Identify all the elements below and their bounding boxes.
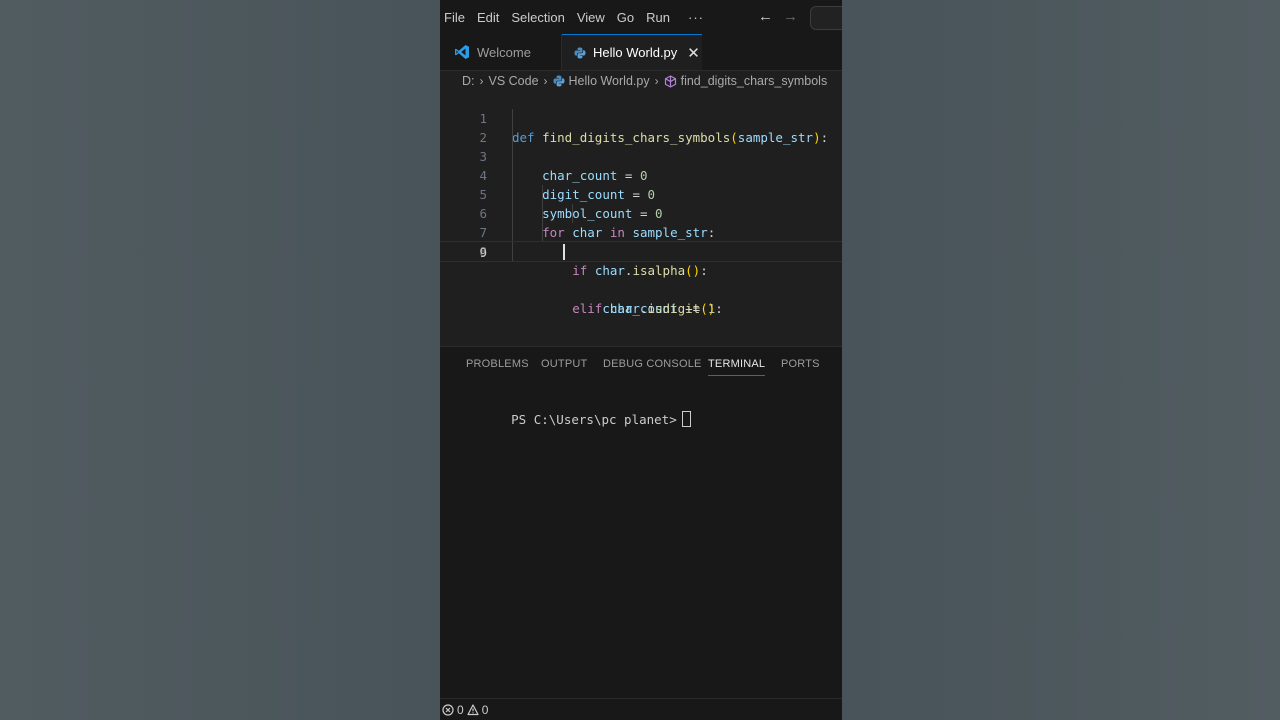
- breadcrumb-folder[interactable]: VS Code: [489, 74, 539, 88]
- indent-guide: [572, 204, 573, 223]
- menu-edit[interactable]: Edit: [475, 10, 499, 25]
- breadcrumb-file[interactable]: Hello World.py: [569, 74, 650, 88]
- text-cursor: [563, 244, 565, 260]
- indent-guide: [542, 204, 543, 223]
- forward-arrow-icon[interactable]: →: [783, 8, 798, 25]
- tab-debug-console[interactable]: DEBUG CONSOLE: [603, 358, 702, 370]
- breadcrumb: D: › VS Code › Hello World.py › find_dig…: [462, 72, 827, 90]
- menu-view[interactable]: View: [575, 10, 605, 25]
- chevron-right-icon: ›: [543, 74, 548, 88]
- indent-guide: [542, 223, 543, 242]
- command-center[interactable]: [810, 6, 842, 30]
- method-symbol-icon: [664, 74, 677, 88]
- code-line-6[interactable]: 6 if char.isalpha():: [440, 185, 842, 278]
- code-line-4[interactable]: 4 symbol_count = 0: [440, 147, 842, 221]
- indent-guide: [512, 128, 513, 147]
- code-line-8[interactable]: 8 elif char.isdigit():: [440, 223, 842, 316]
- tab-terminal[interactable]: TERMINAL: [708, 358, 766, 376]
- code-line-9[interactable]: 9: [440, 241, 842, 262]
- indent-guide: [512, 223, 513, 242]
- bottom-panel: PROBLEMS OUTPUT DEBUG CONSOLE TERMINAL P…: [440, 346, 842, 699]
- warning-icon: [467, 704, 479, 716]
- warning-count: 0: [481, 703, 489, 717]
- menu-run[interactable]: Run: [644, 10, 670, 25]
- line-number: 9: [479, 245, 487, 260]
- python-icon: [574, 47, 586, 59]
- indent-guide: [512, 242, 513, 261]
- tab-welcome[interactable]: Welcome: [440, 34, 562, 70]
- menu-more-button[interactable]: ···: [686, 10, 704, 25]
- menu-selection[interactable]: Selection: [509, 10, 564, 25]
- code-editor[interactable]: 1 def find_digits_chars_symbols(sample_s…: [440, 90, 842, 346]
- chevron-right-icon: ›: [479, 74, 484, 88]
- error-count: 0: [457, 703, 464, 717]
- indent-guide: [512, 204, 513, 223]
- tab-hello-world[interactable]: Hello World.py ✕: [562, 34, 702, 70]
- error-icon: [442, 704, 454, 716]
- background-left: [0, 0, 440, 720]
- indent-guide: [512, 166, 513, 185]
- menu-file[interactable]: File: [442, 10, 465, 25]
- tab-problems[interactable]: PROBLEMS: [466, 358, 529, 370]
- breadcrumb-drive[interactable]: D:: [462, 74, 475, 88]
- indent-guide: [542, 185, 543, 204]
- code-text: if char.isalpha():: [572, 263, 708, 278]
- code-line-3[interactable]: 3 digit_count = 0: [440, 128, 842, 202]
- tab-ports[interactable]: PORTS: [781, 358, 820, 370]
- code-text: elif char.isdigit():: [572, 301, 723, 316]
- menu-bar: File Edit Selection View Go Run ···: [440, 0, 842, 34]
- terminal-prompt: PS C:\Users\pc planet>: [511, 412, 677, 427]
- back-arrow-icon[interactable]: ←: [758, 8, 773, 25]
- code-line-7[interactable]: 7 char_count += 1: [440, 204, 842, 316]
- terminal-output[interactable]: PS C:\Users\pc planet>: [466, 396, 691, 442]
- tab-welcome-label: Welcome: [477, 44, 531, 60]
- problems-status[interactable]: 0 0: [442, 703, 491, 717]
- code-line-5[interactable]: 5 for char in sample_str:: [440, 166, 842, 240]
- python-icon: [553, 75, 565, 87]
- chevron-right-icon: ›: [654, 74, 659, 88]
- menu-go[interactable]: Go: [615, 10, 634, 25]
- indent-guide: [512, 147, 513, 166]
- editor-tab-bar: Welcome Hello World.py ✕: [440, 34, 842, 71]
- code-line-2[interactable]: 2 char_count = 0: [440, 109, 842, 183]
- vscode-logo-icon: [454, 44, 470, 60]
- panel-tab-bar: PROBLEMS OUTPUT DEBUG CONSOLE TERMINAL P…: [440, 347, 842, 379]
- tab-output[interactable]: OUTPUT: [541, 358, 587, 370]
- terminal-cursor: [681, 411, 691, 427]
- tab-hello-world-label: Hello World.py: [593, 45, 678, 60]
- close-tab-icon[interactable]: ✕: [687, 44, 700, 62]
- indent-guide: [512, 109, 513, 128]
- background-right: [842, 0, 1280, 720]
- status-bar: 0 0: [440, 698, 842, 720]
- code-line-1[interactable]: 1 def find_digits_chars_symbols(sample_s…: [440, 90, 842, 145]
- indent-guide: [512, 185, 513, 204]
- vscode-window: File Edit Selection View Go Run ··· ← → …: [440, 0, 842, 720]
- breadcrumb-symbol[interactable]: find_digits_chars_symbols: [681, 74, 828, 88]
